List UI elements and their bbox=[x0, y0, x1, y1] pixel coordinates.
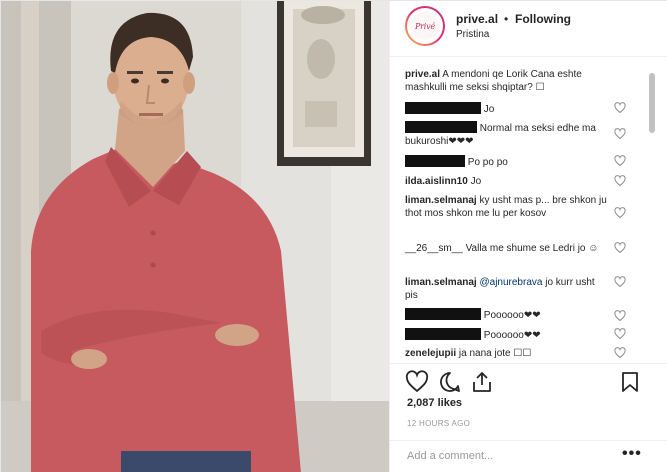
comment-text: Valla me shume se Ledri jo ☺ bbox=[465, 243, 599, 254]
header-separator: • bbox=[504, 12, 509, 26]
comment-text: Jo bbox=[483, 104, 495, 115]
heart-outline-icon[interactable] bbox=[614, 155, 626, 167]
redacted-username bbox=[405, 308, 481, 320]
comment-item: Po po po bbox=[405, 155, 610, 169]
avatar-ring: Privé bbox=[407, 8, 443, 44]
comment-username[interactable]: zenelejupii bbox=[405, 348, 456, 359]
caption: prive.al A mendoni qe Lorik Cana eshte m… bbox=[405, 68, 610, 94]
redacted-username bbox=[405, 102, 481, 114]
more-options-button[interactable]: ••• bbox=[622, 445, 642, 463]
comments-scrollbar[interactable] bbox=[649, 73, 655, 363]
comment-username[interactable]: liman.selmanaj bbox=[405, 277, 477, 288]
post-photo-illustration bbox=[1, 1, 389, 472]
heart-outline-icon[interactable] bbox=[614, 276, 626, 288]
heart-outline-icon[interactable] bbox=[405, 370, 429, 394]
redacted-username bbox=[405, 155, 465, 167]
comment-text: Po po po bbox=[467, 157, 508, 168]
comment-mention-link[interactable]: @ajnurebrava bbox=[479, 277, 542, 288]
comment-item: Poooooo❤❤ bbox=[405, 328, 610, 342]
comment-item: liman.selmanaj @ajnurebrava jo kurr usht… bbox=[405, 276, 610, 302]
comment-item: Poooooo❤❤ bbox=[405, 308, 610, 322]
post-photo[interactable] bbox=[1, 1, 389, 472]
add-comment-bar: ••• bbox=[390, 440, 667, 472]
heart-outline-icon[interactable] bbox=[614, 207, 626, 219]
heart-outline-icon[interactable] bbox=[614, 328, 626, 340]
comment-item: Normal ma seksi edhe ma bukuroshi❤❤❤ bbox=[405, 121, 610, 148]
comment-username[interactable]: ilda.aislinn10 bbox=[405, 176, 468, 187]
comment-text: ja nana jote ☐☐ bbox=[458, 348, 532, 359]
instagram-post-modal: Privé prive.al • Following Pristina priv… bbox=[0, 0, 667, 472]
avatar[interactable]: Privé bbox=[405, 6, 445, 46]
comment-text: Jo bbox=[470, 176, 482, 187]
comment-text: Poooooo❤❤ bbox=[483, 330, 541, 341]
heart-outline-icon[interactable] bbox=[614, 175, 626, 187]
comment-bubble-icon[interactable] bbox=[438, 370, 462, 394]
comment-item: Jo bbox=[405, 102, 610, 116]
comment-item: liman.selmanaj ky usht mas p... bre shko… bbox=[405, 194, 610, 220]
bookmark-icon[interactable] bbox=[618, 370, 642, 394]
avatar-logo: Privé bbox=[414, 21, 436, 31]
comments-list[interactable]: prive.al A mendoni qe Lorik Cana eshte m… bbox=[390, 58, 667, 361]
location-link[interactable]: Pristina bbox=[456, 29, 489, 40]
caption-username[interactable]: prive.al bbox=[405, 69, 440, 80]
heart-outline-icon[interactable] bbox=[614, 102, 626, 114]
heart-outline-icon[interactable] bbox=[614, 310, 626, 322]
share-upload-icon[interactable] bbox=[470, 370, 494, 394]
post-header: Privé prive.al • Following Pristina bbox=[390, 1, 667, 57]
add-comment-input[interactable] bbox=[407, 450, 607, 462]
header-username-link[interactable]: prive.al bbox=[456, 12, 498, 26]
redacted-username bbox=[405, 121, 477, 133]
comment-text: Poooooo❤❤ bbox=[483, 310, 541, 321]
post-actions: 2,087 likes 12 HOURS AGO ••• bbox=[390, 363, 667, 472]
heart-outline-icon[interactable] bbox=[614, 242, 626, 254]
likes-count[interactable]: 2,087 likes bbox=[407, 397, 462, 409]
comment-username[interactable]: liman.selmanaj bbox=[405, 195, 477, 206]
heart-outline-icon[interactable] bbox=[614, 347, 626, 359]
post-timestamp: 12 HOURS AGO bbox=[407, 419, 471, 428]
avatar-logo-circle: Privé bbox=[411, 12, 439, 40]
comment-item: ilda.aislinn10 Jo bbox=[405, 175, 610, 188]
redacted-username bbox=[405, 328, 481, 340]
comment-item: __26__sm__ Valla me shume se Ledri jo ☺ bbox=[405, 242, 610, 255]
following-button[interactable]: Following bbox=[515, 12, 571, 26]
comment-item: zenelejupii ja nana jote ☐☐ bbox=[405, 347, 610, 360]
comment-username[interactable]: __26__sm__ bbox=[405, 243, 463, 254]
post-side-panel: Privé prive.al • Following Pristina priv… bbox=[389, 1, 667, 472]
scrollbar-thumb[interactable] bbox=[649, 73, 655, 133]
heart-outline-icon[interactable] bbox=[614, 128, 626, 140]
